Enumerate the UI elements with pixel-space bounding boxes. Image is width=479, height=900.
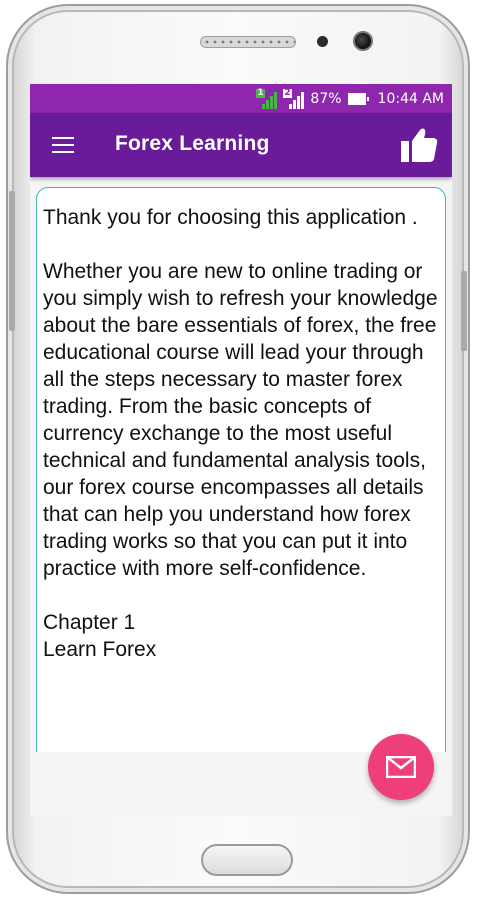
app-bar: Forex Learning	[30, 113, 452, 177]
home-button[interactable]	[201, 844, 293, 876]
clock: 10:44 AM	[377, 90, 444, 107]
sim2-label: 2	[283, 87, 292, 98]
power-button	[461, 271, 467, 351]
app-title: Forex Learning	[115, 132, 270, 155]
mail-icon	[386, 756, 416, 778]
earpiece-speaker	[200, 36, 296, 48]
hamburger-menu-icon[interactable]	[52, 137, 74, 153]
content-text: Thank you for choosing this application …	[43, 206, 438, 661]
content-card: Thank you for choosing this application …	[36, 187, 446, 816]
volume-button	[9, 191, 15, 331]
front-camera	[353, 31, 373, 51]
status-bar: 1 2 87% 10:44 AM	[30, 84, 452, 113]
sim1-label: 1	[256, 87, 265, 98]
mail-fab-button[interactable]	[368, 734, 434, 800]
thumbs-up-icon[interactable]	[400, 127, 438, 163]
battery-icon	[347, 92, 369, 105]
battery-percent: 87%	[310, 90, 342, 107]
screen: 1 2 87% 10:44 AM Forex Learning Thank yo…	[30, 84, 452, 816]
sim2-signal-icon: 2	[283, 87, 305, 109]
proximity-sensor	[317, 36, 328, 47]
sim1-signal-icon: 1	[256, 87, 278, 109]
